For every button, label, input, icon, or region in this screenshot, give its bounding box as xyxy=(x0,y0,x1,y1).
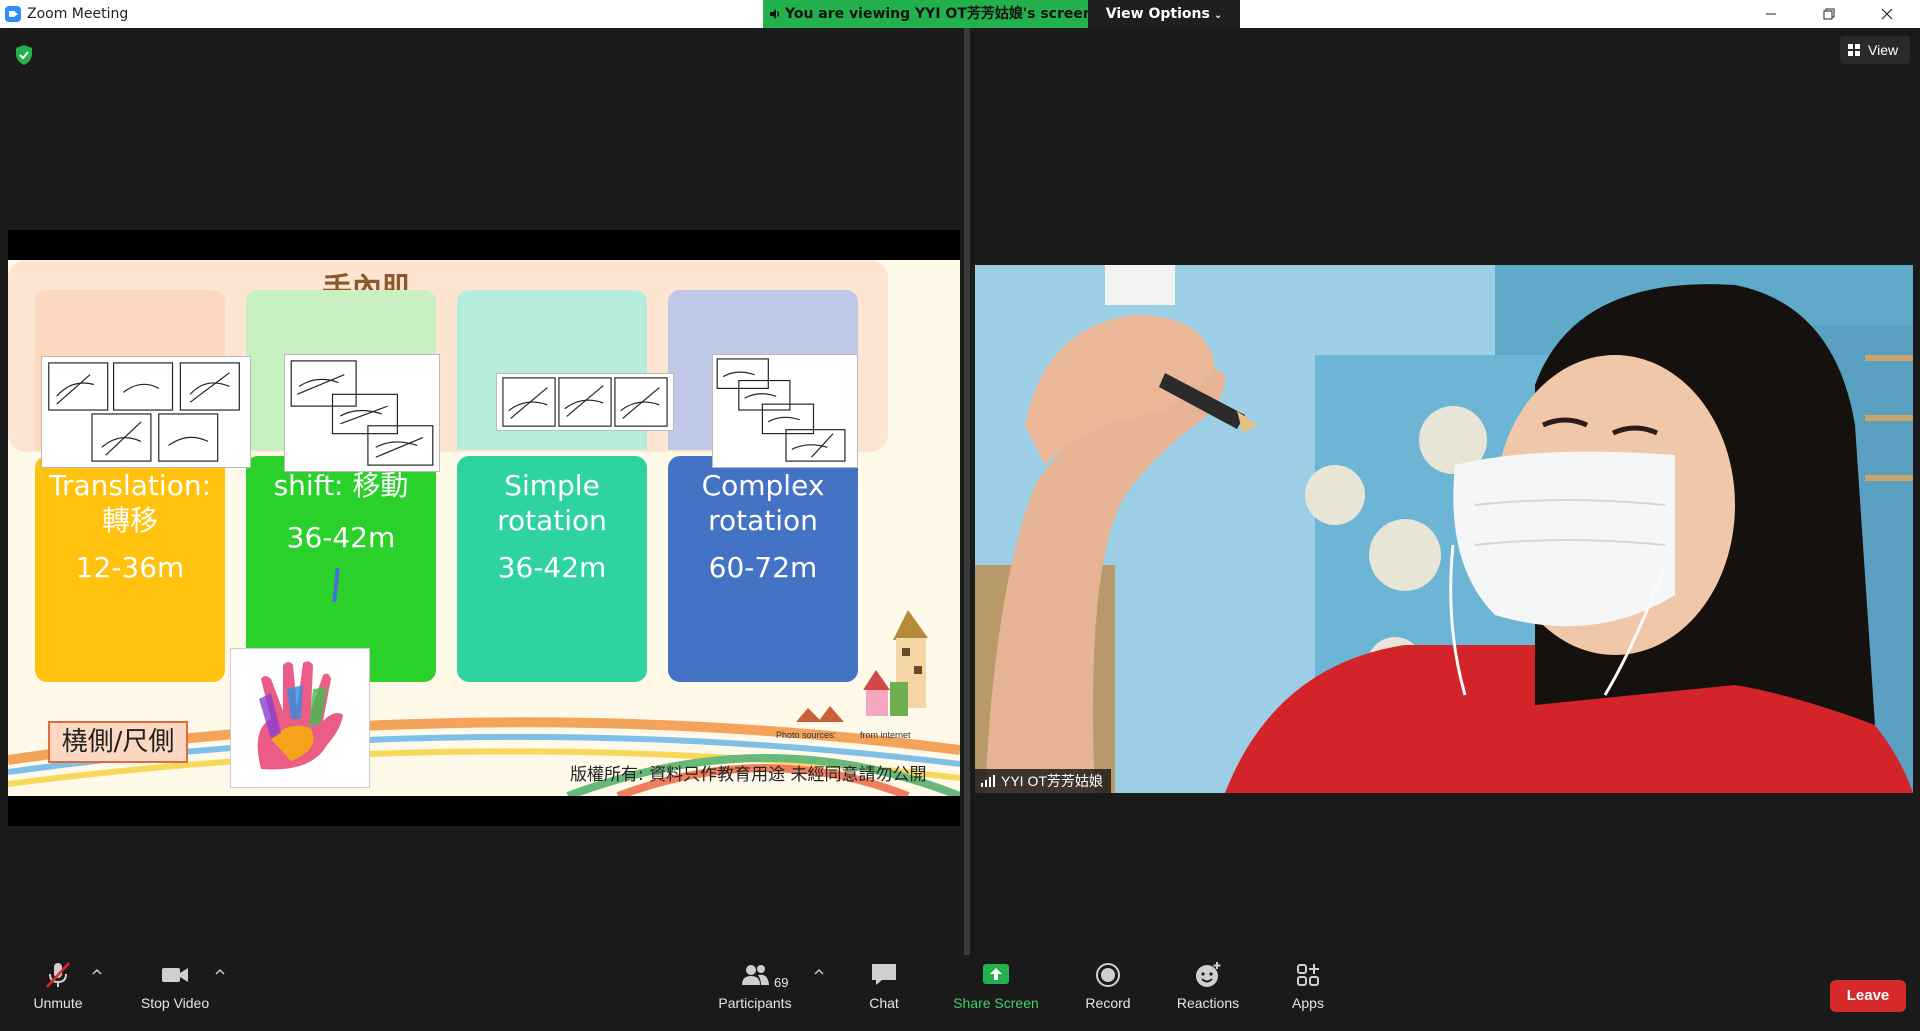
share-screen-label: Share Screen xyxy=(953,995,1039,1011)
chat-button[interactable]: Chat xyxy=(844,961,924,1025)
unmute-button[interactable]: Unmute xyxy=(20,961,96,1025)
audio-options-caret-icon[interactable] xyxy=(90,967,104,977)
meeting-toolbar: Unmute Stop Video Participants 69 Chat S… xyxy=(0,955,1920,1031)
share-screen-button[interactable]: Share Screen xyxy=(946,961,1046,1025)
participants-caret-icon[interactable] xyxy=(812,967,826,977)
leave-button[interactable]: Leave xyxy=(1830,980,1906,1012)
card-1-line1: Translation: xyxy=(49,469,211,502)
card-4-line1: Complex xyxy=(701,469,825,502)
view-button-label: View xyxy=(1868,42,1899,58)
side-label-box: 橈側/尺側 xyxy=(48,721,188,763)
card-simple-rotation: Simple rotation 36-42m xyxy=(457,456,647,682)
split-view-divider[interactable] xyxy=(964,28,970,955)
apps-icon xyxy=(1297,964,1319,986)
meeting-stage: View 手內肌 Translation: 轉移 12-36m shift: 移… xyxy=(0,28,1920,955)
presentation-slide: 手內肌 Translation: 轉移 12-36m shift: 移動 36-… xyxy=(8,260,960,796)
stop-video-button[interactable]: Stop Video xyxy=(130,961,220,1025)
reactions-icon xyxy=(1196,962,1221,987)
shared-screen: 手內肌 Translation: 轉移 12-36m shift: 移動 36-… xyxy=(8,230,960,826)
card-1-line2: 轉移 xyxy=(101,504,158,537)
chevron-down-icon: ⌄ xyxy=(1213,10,1223,21)
apps-label: Apps xyxy=(1292,995,1324,1011)
participants-button[interactable]: Participants xyxy=(710,961,800,1025)
hand-sketch-image-4 xyxy=(712,354,858,468)
title-bar: Zoom Meeting You are viewing YYI OT芳芳姑娘'… xyxy=(0,0,1920,28)
viewing-banner-text: You are viewing YYI OT芳芳姑娘's screen xyxy=(785,6,1088,22)
photo-sources-value: from internet xyxy=(860,730,911,740)
grid-view-icon xyxy=(1848,44,1860,56)
chat-bubble-icon xyxy=(872,964,896,985)
minimize-icon[interactable] xyxy=(1748,0,1794,28)
copyright-notice: 版權所有: 資料只作教育用途 未經同意請勿公開 xyxy=(570,765,927,785)
record-icon xyxy=(1096,963,1120,987)
participant-name-tag: YYI OT芳芳姑娘 xyxy=(975,769,1111,793)
viewing-banner: You are viewing YYI OT芳芳姑娘's screen xyxy=(763,0,1088,28)
video-camera-icon xyxy=(162,968,188,982)
apps-button[interactable]: Apps xyxy=(1268,961,1348,1025)
close-icon[interactable] xyxy=(1864,0,1910,28)
card-2-line1: shift: 移動 xyxy=(273,469,409,502)
reactions-label: Reactions xyxy=(1176,995,1240,1011)
stop-video-label: Stop Video xyxy=(140,995,210,1011)
zoom-logo-icon xyxy=(5,6,21,22)
record-button[interactable]: Record xyxy=(1068,961,1148,1025)
card-2-mark xyxy=(332,567,340,603)
record-label: Record xyxy=(1085,995,1131,1011)
video-options-caret-icon[interactable] xyxy=(213,967,227,977)
participants-count: 69 xyxy=(774,975,789,990)
participant-name: YYI OT芳芳姑娘 xyxy=(1001,773,1103,789)
card-4-line2: rotation xyxy=(708,504,818,537)
muted-mic-icon xyxy=(46,962,70,988)
card-translation: Translation: 轉移 12-36m xyxy=(35,456,225,682)
window-title: Zoom Meeting xyxy=(27,6,129,22)
speaker-icon xyxy=(770,9,780,19)
participant-video-feed xyxy=(975,265,1913,793)
signal-icon xyxy=(981,775,995,787)
chat-label: Chat xyxy=(869,995,899,1011)
card-2-age: 36-42m xyxy=(286,521,396,554)
share-screen-icon xyxy=(983,964,1009,984)
card-3-line1: Simple xyxy=(504,469,600,502)
card-1-age: 12-36m xyxy=(75,551,185,584)
hand-sketch-image-2 xyxy=(284,354,440,472)
card-4-age: 60-72m xyxy=(708,551,818,584)
hand-sketch-image-1 xyxy=(41,356,251,468)
view-options-button[interactable]: View Options ⌄ xyxy=(1088,0,1240,28)
reactions-button[interactable]: Reactions xyxy=(1168,961,1248,1025)
card-3-age: 36-42m xyxy=(497,551,607,584)
card-3-line2: rotation xyxy=(497,504,607,537)
participants-icon xyxy=(742,965,769,985)
hand-sketch-image-3 xyxy=(496,373,674,431)
hand-print-image xyxy=(230,648,370,788)
unmute-label: Unmute xyxy=(33,995,83,1011)
view-options-label: View Options xyxy=(1105,6,1210,22)
view-button[interactable]: View xyxy=(1840,36,1910,64)
shield-check-icon[interactable] xyxy=(14,44,34,66)
restore-icon[interactable] xyxy=(1806,0,1852,28)
photo-sources-label: Photo sources: xyxy=(776,730,837,740)
participants-label: Participants xyxy=(718,995,792,1011)
participant-video-tile[interactable]: YYI OT芳芳姑娘 xyxy=(975,265,1913,793)
